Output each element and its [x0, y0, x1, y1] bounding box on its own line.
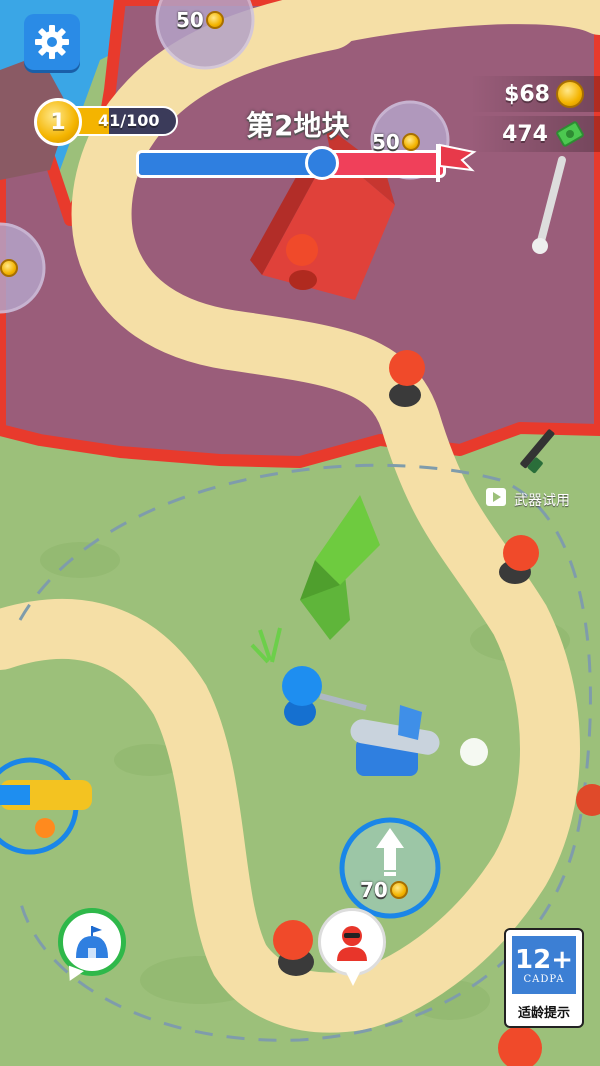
sand-path-top [305, 0, 600, 45]
video-ad-icon [486, 488, 506, 506]
coin-icon [556, 80, 584, 108]
cash-value: 474 [502, 121, 548, 147]
enemy-marker[interactable] [318, 908, 386, 976]
shotgun-icon [520, 429, 555, 474]
enemy-marker-pointer [346, 972, 360, 986]
enemy-face-icon [337, 926, 367, 961]
money-value: $68 [504, 81, 550, 107]
upgrade-cost-value: 70 [360, 878, 388, 902]
build-cost-mid: 50 [372, 130, 420, 154]
cash-panel: 474 [470, 116, 600, 152]
level-number: 1 [50, 109, 66, 135]
age-rating-org: CADPA [523, 973, 565, 985]
coin-icon [389, 881, 408, 899]
muzzle-flash [460, 738, 488, 766]
money-panel: $68 [470, 76, 600, 112]
coin-icon [0, 259, 18, 277]
build-cost-top: 50 [176, 8, 224, 32]
xp-text: 41/100 [98, 111, 160, 130]
weapon-trial-label: 武器试用 [514, 493, 570, 509]
age-rating-badge: 12+ CADPA 适龄提示 [504, 928, 584, 1028]
build-cost-mid-value: 50 [372, 130, 400, 154]
gear-icon [35, 25, 69, 59]
level-badge: 1 [34, 98, 82, 146]
settings-button[interactable] [24, 14, 80, 70]
coin-icon [205, 11, 224, 29]
tent-icon [76, 926, 108, 958]
age-rating-number: 12+ [515, 944, 573, 975]
zone-progress-fill [139, 153, 322, 175]
zone-progress-bar [136, 150, 446, 178]
coin-icon [401, 133, 420, 151]
enemy-soldier [389, 350, 425, 407]
age-rating-text: 适龄提示 [517, 1006, 570, 1021]
zone-title: 第2地块 [246, 109, 350, 142]
upgrade-cost: 70 [360, 878, 408, 902]
weapon-trial-button[interactable]: 武器试用 [480, 418, 590, 514]
build-cost-top-value: 50 [176, 8, 204, 32]
cash-icon [556, 121, 584, 147]
progress-marker-icon [305, 146, 339, 180]
